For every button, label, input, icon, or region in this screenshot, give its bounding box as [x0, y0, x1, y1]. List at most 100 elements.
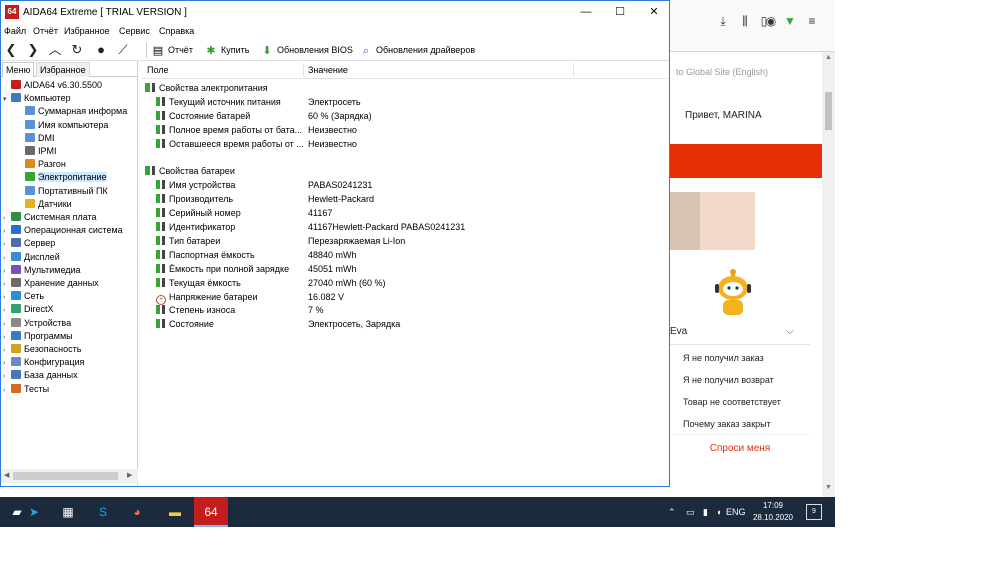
chevron-down-icon[interactable]: ⌵ [786, 326, 794, 337]
refresh-icon[interactable]: ↻ [69, 42, 85, 58]
collapsed-chevron-icon[interactable]: › [3, 252, 11, 265]
aida64-taskbar-button[interactable]: 64 [194, 497, 228, 527]
promo-banner[interactable] [670, 144, 822, 178]
collapsed-chevron-icon[interactable]: › [3, 225, 11, 238]
tree-item[interactable]: › Дисплей [3, 251, 60, 264]
volume-icon[interactable]: ◖ [716, 497, 721, 527]
chat-option[interactable]: Я не получил заказ [683, 353, 764, 363]
property-row[interactable]: Состояние батарей 60 % (Зарядка) [156, 109, 666, 123]
collapsed-chevron-icon[interactable]: › [3, 291, 11, 304]
tree-item[interactable]: AIDA64 v6.30.5500 [3, 79, 102, 92]
tree-item[interactable]: › Программы [3, 330, 73, 343]
tree-item[interactable]: › Сервер [3, 237, 55, 250]
menu-file[interactable]: Файл [4, 26, 26, 36]
firefox-icon[interactable]: ◕ [120, 497, 154, 527]
browser-scrollbar[interactable]: ▲ ▼ [822, 52, 835, 497]
tab-favorites[interactable]: Избранное [36, 62, 90, 77]
global-site-link[interactable]: to Global Site (English) [676, 67, 768, 77]
property-row[interactable]: Идентификатор 41167Hewlett-Packard PABAS0… [156, 220, 666, 234]
tree-item[interactable]: › Конфигурация [3, 356, 84, 369]
menu-help[interactable]: Справка [159, 26, 194, 36]
property-row[interactable]: Состояние Электросеть, Зарядка [156, 317, 666, 331]
buy-button[interactable]: ✱ Купить [204, 42, 249, 58]
property-row[interactable]: Текущий источник питания Электросеть [156, 95, 666, 109]
chat-option[interactable]: Я не получил возврат [683, 375, 774, 385]
chart-icon[interactable]: ⟋ [115, 42, 131, 58]
collapsed-chevron-icon[interactable]: › [3, 238, 11, 251]
tree-item[interactable]: ▾ Компьютер [3, 92, 71, 105]
tree-item[interactable]: Суммарная информа [23, 105, 127, 118]
chat-option[interactable]: Товар не соответствует [683, 397, 781, 407]
calculator-icon[interactable]: ▦ [51, 497, 85, 527]
tree-item[interactable]: Разгон [23, 158, 66, 171]
maximize-button[interactable]: ☐ [603, 1, 637, 24]
property-row[interactable]: Оставшееся время работы от ... Неизвестно [156, 137, 666, 151]
forward-icon[interactable]: ❯ [25, 42, 41, 58]
bios-update-button[interactable]: ⬇ Обновления BIOS [260, 42, 352, 58]
tree-item[interactable]: Имя компьютера [23, 119, 108, 132]
report-button[interactable]: ▤ Отчёт [151, 42, 193, 58]
ask-me-button[interactable]: Спроси меня [670, 434, 810, 462]
property-group-header[interactable]: Свойства электропитания [145, 81, 655, 95]
download-icon[interactable]: ⤓ [716, 14, 730, 28]
up-icon[interactable]: ︿ [47, 42, 63, 58]
collapsed-chevron-icon[interactable]: › [3, 212, 11, 225]
clock[interactable]: 17:09 28.10.2020 [748, 500, 798, 524]
battery-icon[interactable]: ▮ [703, 497, 708, 527]
network-icon[interactable]: ▭ [686, 497, 695, 527]
column-field[interactable]: Поле [147, 65, 169, 75]
tree-item[interactable]: › Хранение данных [3, 277, 99, 290]
property-row[interactable]: Производитель Hewlett-Packard [156, 192, 666, 206]
tree-horizontal-scrollbar[interactable]: ◀ ▶ [1, 469, 138, 483]
expanded-chevron-icon[interactable]: ▾ [3, 93, 11, 106]
collapsed-chevron-icon[interactable]: › [3, 278, 11, 291]
folder-icon[interactable]: ▬ [158, 497, 192, 527]
property-row[interactable]: Полное время работы от бата... Неизвестно [156, 123, 666, 137]
tree-item[interactable]: DMI [23, 132, 55, 145]
user-icon[interactable]: ● [93, 42, 109, 58]
collapsed-chevron-icon[interactable]: › [3, 357, 11, 370]
property-group-header[interactable]: Свойства батареи [145, 164, 655, 178]
tree-item[interactable]: Электропитание [23, 171, 107, 184]
property-row[interactable]: Серийный номер 41167 [156, 206, 666, 220]
collapsed-chevron-icon[interactable]: › [3, 384, 11, 397]
tree-item[interactable]: › DirectX [3, 303, 54, 316]
tree-item[interactable]: Датчики [23, 198, 72, 211]
property-row[interactable]: + Напряжение батареи 16.082 V [156, 290, 666, 305]
user-greeting[interactable]: Привет, MARINA [685, 110, 762, 121]
property-row[interactable]: Степень износа 7 % [156, 303, 666, 317]
promo-image[interactable] [670, 192, 755, 250]
tree-item[interactable]: › Системная плата [3, 211, 97, 224]
tab-menu[interactable]: Меню [2, 62, 35, 77]
minimize-button[interactable]: — [569, 1, 603, 24]
property-row[interactable]: Имя устройства PABAS0241231 [156, 178, 666, 192]
language-indicator[interactable]: ENG [726, 497, 746, 527]
menu-service[interactable]: Сервис [119, 26, 150, 36]
collapsed-chevron-icon[interactable]: › [3, 304, 11, 317]
library-icon[interactable]: ⫼ [738, 14, 752, 28]
tree-item[interactable]: IPMI [23, 145, 57, 158]
close-button[interactable]: ✕ [637, 1, 671, 24]
collapsed-chevron-icon[interactable]: › [3, 318, 11, 331]
tree-item[interactable]: › Операционная система [3, 224, 123, 237]
menu-report[interactable]: Отчёт [33, 26, 58, 36]
chat-option[interactable]: Почему заказ закрыт [683, 419, 771, 429]
back-icon[interactable]: ❮ [3, 42, 19, 58]
menu-favorites[interactable]: Избранное [64, 26, 110, 36]
tree-item[interactable]: › Безопасность [3, 343, 81, 356]
tree-item[interactable]: › Тесты [3, 383, 49, 396]
tree-item[interactable]: › База данных [3, 369, 78, 382]
menu-icon[interactable]: ≡ [805, 14, 819, 28]
skype-icon[interactable]: S [86, 497, 120, 527]
collapsed-chevron-icon[interactable]: › [3, 331, 11, 344]
driver-update-button[interactable]: ⌕ Обновления драйверов [359, 42, 475, 58]
property-row[interactable]: Текущая ёмкость 27040 mWh (60 %) [156, 276, 666, 290]
property-row[interactable]: Ёмкость при полной зарядке 45051 mWh [156, 262, 666, 276]
collapsed-chevron-icon[interactable]: › [3, 265, 11, 278]
property-row[interactable]: Тип батареи Перезаряжаемая Li-Ion [156, 234, 666, 248]
telegram-icon[interactable]: ➤ [17, 497, 51, 527]
notification-center-icon[interactable]: 9 [806, 504, 822, 520]
collapsed-chevron-icon[interactable]: › [3, 370, 11, 383]
collapsed-chevron-icon[interactable]: › [3, 344, 11, 357]
title-bar[interactable]: 64 AIDA64 Extreme [ TRIAL VERSION ] — ☐ … [1, 1, 669, 24]
